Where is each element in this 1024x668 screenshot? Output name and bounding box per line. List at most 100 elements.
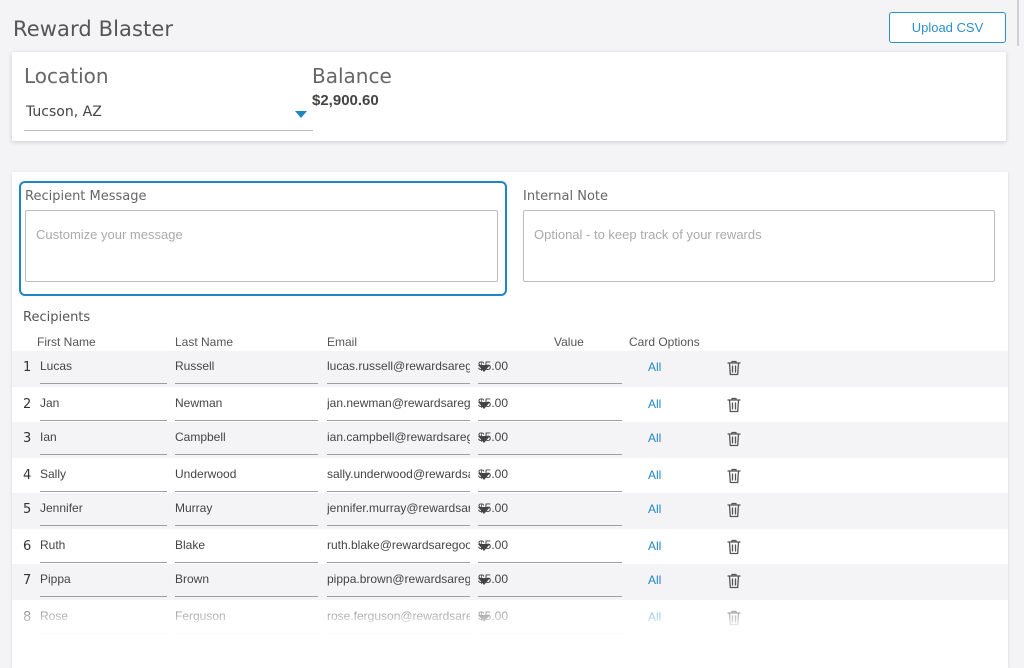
last-name-field[interactable]: Brown: [175, 564, 318, 597]
internal-note-label: Internal Note: [523, 189, 609, 204]
row-number: 7: [23, 573, 32, 588]
column-header-card-options: Card Options: [629, 335, 700, 349]
email-field[interactable]: sally.underwood@rewardsare: [327, 459, 470, 492]
table-row: 6 Ruth Blake ruth.blake@rewardsaregood.c $5.…: [12, 530, 1008, 566]
trash-icon[interactable]: [727, 573, 741, 589]
column-header-email: Email: [327, 335, 358, 349]
caret-down-icon: [478, 473, 490, 480]
card-options-link[interactable]: All: [648, 360, 661, 374]
value-select[interactable]: $5.00: [478, 493, 622, 526]
recipients-label: Recipients: [23, 310, 91, 325]
last-name-text: Brown: [175, 572, 210, 586]
value-select[interactable]: $5.00: [478, 351, 622, 384]
first-name-field[interactable]: Jennifer: [40, 493, 167, 526]
row-number: 2: [23, 397, 32, 412]
table-row: 1 Lucas Russell lucas.russell@rewardsaregoo…: [12, 351, 1008, 387]
last-name-field[interactable]: Campbell: [175, 422, 318, 455]
card-options-link[interactable]: All: [648, 397, 661, 411]
last-name-text: Murray: [175, 501, 213, 515]
row-number: 1: [23, 360, 32, 375]
last-name-text: Russell: [175, 359, 215, 373]
location-balance-card: Location Tucson, AZ Balance $2,900.60: [12, 52, 1006, 141]
email-text: lucas.russell@rewardsaregoo: [327, 359, 470, 373]
email-text: ruth.blake@rewardsaregood.c: [327, 538, 470, 552]
card-options-link[interactable]: All: [648, 468, 661, 482]
table-row: 5 Jennifer Murray jennifer.murray@rewardsar…: [12, 493, 1008, 529]
row-number: 6: [23, 539, 32, 554]
trash-icon[interactable]: [727, 468, 741, 484]
location-select[interactable]: Tucson, AZ: [24, 98, 313, 131]
value-select[interactable]: $5.00: [478, 388, 622, 421]
first-name-field[interactable]: Sally: [40, 459, 167, 492]
caret-down-icon: [478, 578, 490, 585]
email-field[interactable]: pippa.brown@rewardsaregoo: [327, 564, 470, 597]
caret-down-icon: [478, 507, 490, 514]
card-options-link[interactable]: All: [648, 539, 661, 553]
row-number: 3: [23, 431, 32, 446]
row-number: 5: [23, 502, 32, 517]
caret-down-icon: [478, 544, 490, 551]
first-name-text: Jan: [40, 396, 60, 410]
table-row: 4 Sally Underwood sally.underwood@rewardsar…: [12, 459, 1008, 495]
first-name-text: Sally: [40, 467, 67, 481]
email-text: jennifer.murray@rewardsareg: [327, 501, 470, 515]
trash-icon[interactable]: [727, 397, 741, 413]
email-field[interactable]: jennifer.murray@rewardsareg: [327, 493, 470, 526]
card-options-link[interactable]: All: [648, 431, 661, 445]
card-options-link[interactable]: All: [648, 502, 661, 516]
value-select[interactable]: $5.00: [478, 459, 622, 492]
balance-label: Balance: [312, 64, 392, 88]
value-select[interactable]: $5.00: [478, 530, 622, 563]
email-field[interactable]: jan.newman@rewardsaregoo: [327, 388, 470, 421]
trash-icon[interactable]: [727, 431, 741, 447]
last-name-text: Campbell: [175, 430, 226, 444]
trash-icon[interactable]: [727, 360, 741, 376]
first-name-text: Ian: [40, 430, 57, 444]
caret-down-icon: [478, 402, 490, 409]
caret-down-icon: [295, 111, 307, 118]
email-field[interactable]: ian.campbell@rewardsaregoo: [327, 422, 470, 455]
value-select[interactable]: $5.00: [478, 422, 622, 455]
email-text: ian.campbell@rewardsaregoo: [327, 430, 470, 444]
first-name-text: Lucas: [40, 359, 73, 373]
last-name-field[interactable]: Newman: [175, 388, 318, 421]
internal-note-input[interactable]: Optional - to keep track of your rewards: [523, 210, 995, 282]
row-number: 4: [23, 468, 32, 483]
column-header-value: Value: [554, 335, 584, 349]
first-name-field[interactable]: Ian: [40, 422, 167, 455]
last-name-field[interactable]: Underwood: [175, 459, 318, 492]
last-name-text: Newman: [175, 396, 223, 410]
first-name-text: Jennifer: [40, 501, 83, 515]
email-text: sally.underwood@rewardsare: [327, 467, 470, 481]
card-options-link[interactable]: All: [648, 573, 661, 587]
last-name-text: Underwood: [175, 467, 237, 481]
first-name-field[interactable]: Pippa: [40, 564, 167, 597]
table-row: 7 Pippa Brown pippa.brown@rewardsaregoo $5.0…: [12, 564, 1008, 600]
first-name-text: Ruth: [40, 538, 66, 552]
recipient-message-label: Recipient Message: [25, 189, 147, 204]
location-label: Location: [24, 64, 109, 88]
email-text: jan.newman@rewardsaregoo: [327, 396, 470, 410]
recipient-message-input[interactable]: Customize your message: [25, 210, 498, 282]
value-select[interactable]: $5.00: [478, 564, 622, 597]
email-field[interactable]: lucas.russell@rewardsaregoo: [327, 351, 470, 384]
last-name-text: Blake: [175, 538, 206, 552]
trash-icon[interactable]: [727, 502, 741, 518]
email-text: pippa.brown@rewardsaregoo: [327, 572, 470, 586]
trash-icon[interactable]: [727, 539, 741, 555]
first-name-field[interactable]: Ruth: [40, 530, 167, 563]
table-row: 2 Jan Newman jan.newman@rewardsaregoo $5.00 A…: [12, 388, 1008, 424]
last-name-field[interactable]: Blake: [175, 530, 318, 563]
upload-csv-button[interactable]: Upload CSV: [889, 12, 1006, 43]
balance-value: $2,900.60: [312, 92, 379, 109]
first-name-field[interactable]: Jan: [40, 388, 167, 421]
caret-down-icon: [478, 436, 490, 443]
email-field[interactable]: ruth.blake@rewardsaregood.c: [327, 530, 470, 563]
column-header-first-name: First Name: [37, 335, 96, 349]
first-name-field[interactable]: Lucas: [40, 351, 167, 384]
reward-form-card: Recipient Message Customize your message…: [12, 172, 1008, 668]
page-title: Reward Blaster: [13, 17, 174, 41]
bottom-fade: [12, 602, 1008, 668]
last-name-field[interactable]: Murray: [175, 493, 318, 526]
last-name-field[interactable]: Russell: [175, 351, 318, 384]
